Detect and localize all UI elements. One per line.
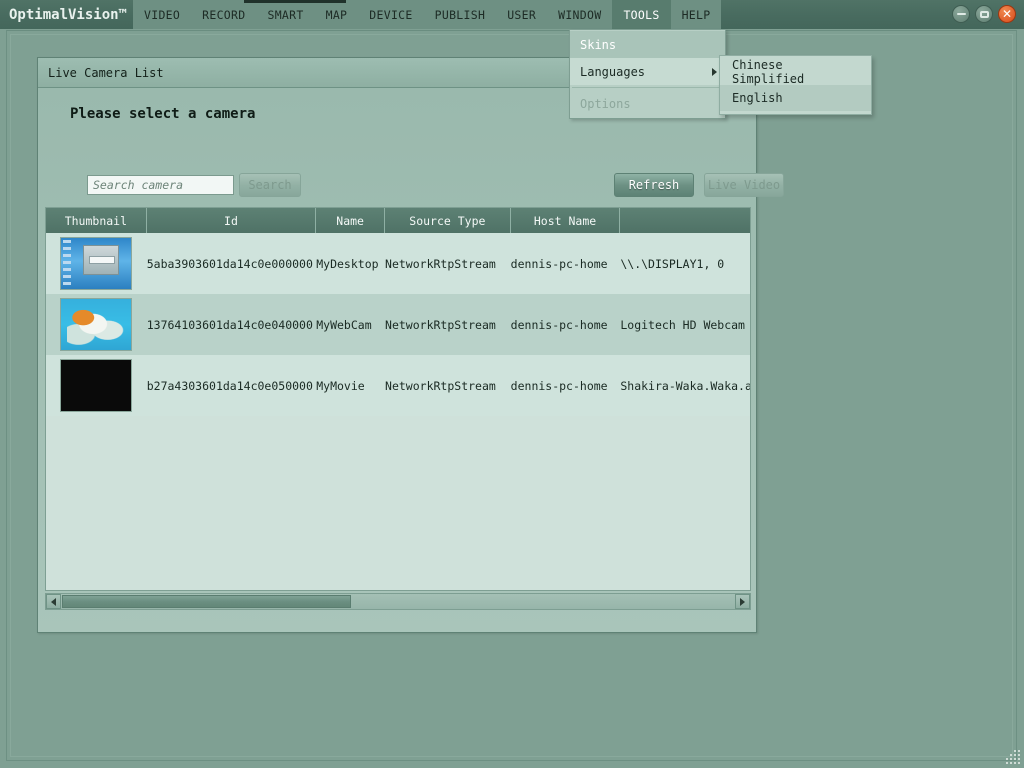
minimize-button[interactable] bbox=[952, 5, 970, 23]
scrollbar-thumb[interactable] bbox=[62, 595, 351, 608]
resize-grip-dot bbox=[1014, 762, 1016, 764]
menu-item-chinese-simplified[interactable]: Chinese Simplified bbox=[720, 59, 871, 85]
row-source-type-cell: NetworkRtpStream bbox=[385, 294, 511, 355]
row-id-cell: b27a4303601da14c0e050000 bbox=[147, 355, 317, 416]
row-extra-cell: Shakira-Waka.Waka.avi, bbox=[620, 355, 750, 416]
row-thumbnail-cell bbox=[46, 294, 147, 355]
menu-separator bbox=[572, 87, 723, 88]
column-header-extra[interactable] bbox=[620, 208, 750, 233]
resize-grip-dot bbox=[1006, 758, 1008, 760]
menu-map[interactable]: MAP bbox=[315, 0, 359, 29]
menu-item-options: Options bbox=[570, 90, 725, 117]
search-input[interactable] bbox=[87, 175, 234, 195]
resize-grip-dot bbox=[1018, 750, 1020, 752]
desktop-thumbnail bbox=[60, 237, 132, 290]
column-header-source-type[interactable]: Source Type bbox=[385, 208, 511, 233]
menu-item-languages[interactable]: Languages bbox=[570, 58, 725, 85]
column-header-id[interactable]: Id bbox=[147, 208, 317, 233]
column-header-host-name[interactable]: Host Name bbox=[511, 208, 621, 233]
resize-grip-dot bbox=[1014, 758, 1016, 760]
row-host-name-cell: dennis-pc-home bbox=[511, 233, 621, 294]
movie-thumbnail bbox=[60, 359, 132, 412]
resize-grip-dot bbox=[1014, 754, 1016, 756]
resize-grip[interactable] bbox=[1006, 750, 1020, 764]
column-header-name[interactable]: Name bbox=[316, 208, 385, 233]
resize-grip-dot bbox=[1018, 758, 1020, 760]
live-camera-list-window: Live Camera List Please select a camera … bbox=[37, 57, 757, 633]
window-controls: ✕ bbox=[952, 5, 1016, 23]
menu-video[interactable]: VIDEO bbox=[133, 0, 191, 29]
search-button[interactable]: Search bbox=[239, 173, 301, 197]
resize-grip-dot bbox=[1018, 754, 1020, 756]
menu-item-english[interactable]: English bbox=[720, 85, 871, 111]
flower-icon bbox=[67, 305, 125, 347]
table-row[interactable]: 5aba3903601da14c0e000000 MyDesktop Netwo… bbox=[46, 233, 750, 294]
resize-grip-dot bbox=[1010, 754, 1012, 756]
row-thumbnail-cell bbox=[46, 355, 147, 416]
menu-user[interactable]: USER bbox=[496, 0, 547, 29]
application-desktop: OptimalVision™ VIDEO RECORD SMART MAP DE… bbox=[0, 0, 1024, 768]
row-host-name-cell: dennis-pc-home bbox=[511, 355, 621, 416]
desktop-dialog-icon bbox=[83, 245, 119, 275]
maximize-icon bbox=[980, 11, 989, 18]
live-video-button[interactable]: Live Video bbox=[704, 173, 784, 197]
camera-toolbar: Search Refresh Live Video bbox=[38, 172, 756, 206]
application-titlebar: OptimalVision™ VIDEO RECORD SMART MAP DE… bbox=[0, 0, 1024, 29]
camera-window-body: Please select a camera Search Refresh Li… bbox=[38, 88, 756, 632]
resize-grip-dot bbox=[1006, 762, 1008, 764]
table-body: 5aba3903601da14c0e000000 MyDesktop Netwo… bbox=[46, 233, 750, 416]
close-icon: ✕ bbox=[1002, 8, 1012, 20]
row-source-type-cell: NetworkRtpStream bbox=[385, 355, 511, 416]
camera-window-title: Live Camera List bbox=[48, 66, 164, 80]
resize-grip-dot bbox=[1010, 758, 1012, 760]
menu-record[interactable]: RECORD bbox=[191, 0, 256, 29]
close-button[interactable]: ✕ bbox=[998, 5, 1016, 23]
row-name-cell: MyDesktop bbox=[316, 233, 385, 294]
table-row[interactable]: 13764103601da14c0e040000 MyWebCam Networ… bbox=[46, 294, 750, 355]
menu-device[interactable]: DEVICE bbox=[358, 0, 423, 29]
column-header-thumbnail[interactable]: Thumbnail bbox=[46, 208, 147, 233]
camera-table: Thumbnail Id Name Source Type Host Name bbox=[45, 207, 751, 591]
chevron-right-icon bbox=[740, 598, 745, 606]
desktop-icons-icon bbox=[63, 240, 71, 288]
application-title: OptimalVision™ bbox=[0, 7, 127, 23]
menu-publish[interactable]: PUBLISH bbox=[424, 0, 497, 29]
menu-item-languages-label: Languages bbox=[580, 65, 645, 79]
scroll-left-button[interactable] bbox=[46, 594, 61, 609]
row-host-name-cell: dennis-pc-home bbox=[511, 294, 621, 355]
row-name-cell: MyWebCam bbox=[316, 294, 385, 355]
webcam-thumbnail bbox=[60, 298, 132, 351]
minimize-icon bbox=[957, 13, 966, 15]
row-id-cell: 13764103601da14c0e040000 bbox=[147, 294, 317, 355]
chevron-left-icon bbox=[51, 598, 56, 606]
maximize-button[interactable] bbox=[975, 5, 993, 23]
tools-dropdown-menu: Skins Languages Options bbox=[569, 29, 726, 119]
menu-smart[interactable]: SMART bbox=[256, 0, 314, 29]
menu-tools[interactable]: TOOLS bbox=[612, 0, 670, 29]
submenu-arrow-icon bbox=[712, 68, 717, 76]
menu-item-skins[interactable]: Skins bbox=[570, 31, 725, 58]
menu-window[interactable]: WINDOW bbox=[547, 0, 612, 29]
resize-grip-dot bbox=[1014, 750, 1016, 752]
resize-grip-dot bbox=[1010, 762, 1012, 764]
row-thumbnail-cell bbox=[46, 233, 147, 294]
resize-grip-dot bbox=[1018, 762, 1020, 764]
screen-top-strip bbox=[244, 0, 346, 3]
row-extra-cell: Logitech HD Webcam C27 bbox=[620, 294, 750, 355]
table-row[interactable]: b27a4303601da14c0e050000 MyMovie Network… bbox=[46, 355, 750, 416]
languages-submenu: Chinese Simplified English bbox=[719, 55, 872, 115]
menubar: VIDEO RECORD SMART MAP DEVICE PUBLISH US… bbox=[133, 0, 721, 29]
table-header-row: Thumbnail Id Name Source Type Host Name bbox=[46, 208, 750, 233]
scroll-right-button[interactable] bbox=[735, 594, 750, 609]
horizontal-scrollbar[interactable] bbox=[45, 593, 751, 610]
row-id-cell: 5aba3903601da14c0e000000 bbox=[147, 233, 317, 294]
refresh-button[interactable]: Refresh bbox=[614, 173, 694, 197]
scrollbar-track[interactable] bbox=[62, 595, 734, 608]
row-name-cell: MyMovie bbox=[316, 355, 385, 416]
menu-help[interactable]: HELP bbox=[671, 0, 722, 29]
row-source-type-cell: NetworkRtpStream bbox=[385, 233, 511, 294]
row-extra-cell: \\.\DISPLAY1, 0 bbox=[620, 233, 750, 294]
